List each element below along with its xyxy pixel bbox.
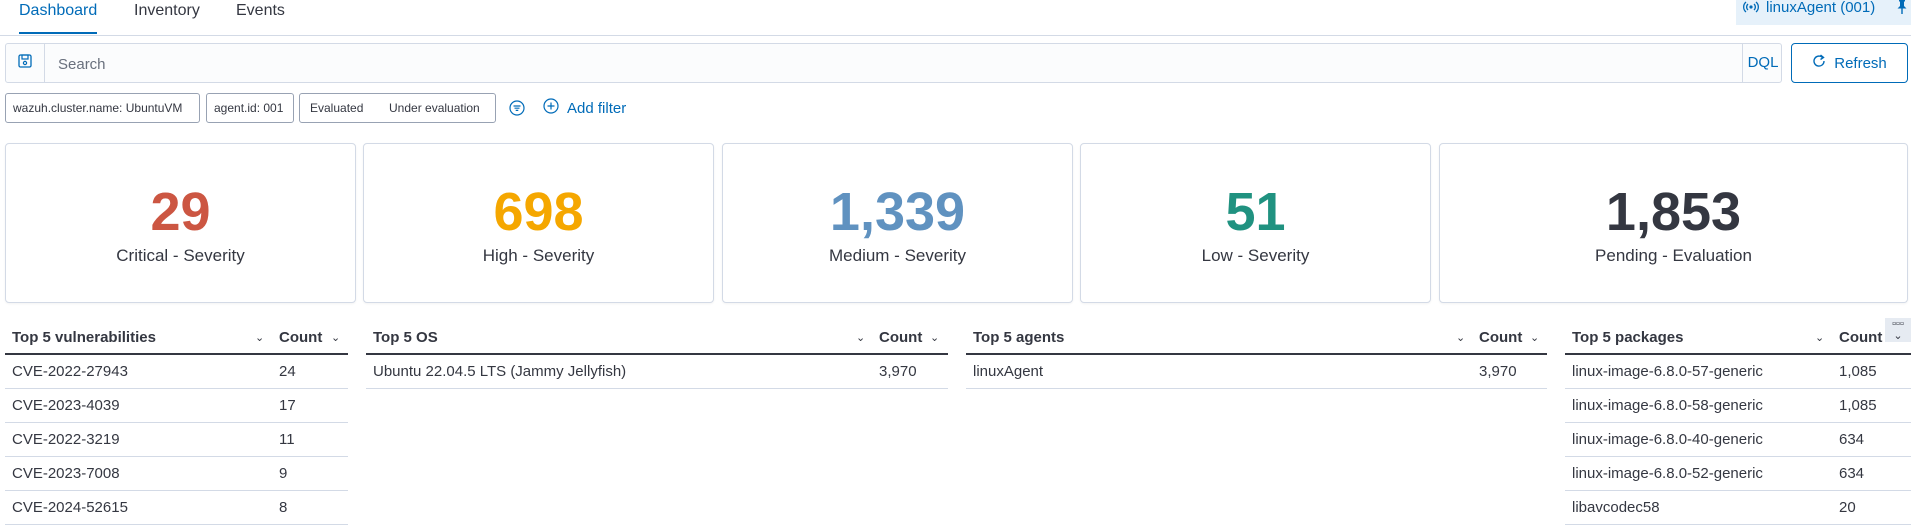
chevron-down-icon[interactable]: ⌄ bbox=[930, 331, 939, 344]
add-filter-label: Add filter bbox=[567, 99, 627, 117]
chevron-down-icon[interactable]: ⌄ bbox=[1456, 331, 1465, 344]
saved-query-button[interactable] bbox=[6, 44, 45, 82]
refresh-icon bbox=[1812, 54, 1826, 72]
column-header-name[interactable]: Top 5 agents bbox=[973, 329, 1064, 346]
tab-dashboard[interactable]: Dashboard bbox=[19, 0, 98, 34]
stat-card-low: 51 Low - Severity bbox=[1080, 143, 1431, 303]
stat-label: Pending - Evaluation bbox=[1595, 246, 1752, 265]
agent-pill-label: linuxAgent (001) bbox=[1766, 0, 1876, 16]
table-options-icon[interactable]: ▫▫▫ ⌄ bbox=[1885, 318, 1911, 342]
save-icon bbox=[18, 53, 32, 73]
filter-pill-agent[interactable]: agent.id: 001 bbox=[206, 93, 294, 123]
table-row: CVE-2023-7008 9 bbox=[5, 457, 348, 491]
chevron-down-icon[interactable]: ⌄ bbox=[331, 331, 340, 344]
table-row: linux-image-6.8.0-52-generic 634 bbox=[1565, 457, 1911, 491]
stat-label: Low - Severity bbox=[1201, 246, 1310, 265]
table-row: libavcodec58 20 bbox=[1565, 491, 1911, 525]
filter-status-group: Evaluated Under evaluation bbox=[299, 93, 496, 123]
stat-card-high: 698 High - Severity bbox=[363, 143, 714, 303]
table-row: CVE-2024-52615 8 bbox=[5, 491, 348, 525]
stat-label: Critical - Severity bbox=[116, 246, 245, 265]
table-row: linux-image-6.8.0-40-generic 634 bbox=[1565, 423, 1911, 457]
table-top-agents: Top 5 agents ⌄ Count ⌄ linuxAgent 3,970 bbox=[966, 322, 1547, 389]
table-row: CVE-2022-3219 11 bbox=[5, 423, 348, 457]
agent-pill[interactable]: linuxAgent (001) bbox=[1736, 0, 1911, 25]
table-row: linux-image-6.8.0-58-generic 1,085 bbox=[1565, 389, 1911, 423]
table-row: linux-image-6.8.0-57-generic 1,085 bbox=[1565, 355, 1911, 389]
query-language-toggle[interactable]: DQL bbox=[1742, 44, 1783, 82]
tab-inventory[interactable]: Inventory bbox=[134, 0, 200, 34]
stat-label: Medium - Severity bbox=[829, 246, 966, 265]
table-top-packages: Top 5 packages ⌄ Count linux-image-6.8.0… bbox=[1565, 322, 1911, 525]
column-header-name[interactable]: Top 5 vulnerabilities bbox=[12, 329, 156, 346]
column-header-count[interactable]: Count bbox=[879, 329, 922, 346]
refresh-button[interactable]: Refresh bbox=[1791, 43, 1908, 83]
refresh-label: Refresh bbox=[1834, 54, 1887, 72]
broadcast-icon bbox=[1743, 0, 1759, 18]
search-bar: DQL bbox=[5, 43, 1782, 83]
filter-options-icon[interactable] bbox=[509, 100, 525, 116]
stat-label: High - Severity bbox=[482, 246, 595, 265]
stat-card-pending: 1,853 Pending - Evaluation bbox=[1439, 143, 1908, 303]
table-header: Top 5 OS ⌄ Count ⌄ bbox=[366, 322, 948, 355]
table-row: Ubuntu 22.04.5 LTS (Jammy Jellyfish) 3,97… bbox=[366, 355, 948, 389]
tab-events[interactable]: Events bbox=[236, 0, 285, 34]
column-header-name[interactable]: Top 5 packages bbox=[1572, 329, 1683, 346]
filter-pill-cluster[interactable]: wazuh.cluster.name: UbuntuVM bbox=[5, 93, 200, 123]
main-tabs: Dashboard Inventory Events linuxAgent (0… bbox=[0, 0, 1911, 36]
filter-status-evaluated[interactable]: Evaluated bbox=[310, 94, 363, 122]
stat-value: 29 bbox=[150, 182, 211, 242]
table-header: Top 5 agents ⌄ Count ⌄ bbox=[966, 322, 1547, 355]
add-filter-button[interactable]: Add filter bbox=[543, 98, 627, 118]
chevron-down-icon[interactable]: ⌄ bbox=[856, 331, 865, 344]
stat-value: 51 bbox=[1225, 182, 1286, 242]
table-row: CVE-2023-4039 17 bbox=[5, 389, 348, 423]
chevron-down-icon[interactable]: ⌄ bbox=[255, 331, 264, 344]
plus-circle-icon bbox=[543, 98, 559, 118]
table-row: linuxAgent 3,970 bbox=[966, 355, 1547, 389]
table-row: CVE-2022-27943 24 bbox=[5, 355, 348, 389]
filter-pill-label: wazuh.cluster.name: UbuntuVM bbox=[13, 101, 183, 115]
search-input[interactable] bbox=[56, 53, 1660, 75]
stat-card-critical: 29 Critical - Severity bbox=[5, 143, 356, 303]
stat-card-medium: 1,339 Medium - Severity bbox=[722, 143, 1073, 303]
table-header: Top 5 packages ⌄ Count bbox=[1565, 322, 1911, 355]
pin-icon[interactable] bbox=[1896, 0, 1908, 18]
table-header: Top 5 vulnerabilities ⌄ Count ⌄ bbox=[5, 322, 348, 355]
stat-value: 698 bbox=[493, 182, 584, 242]
table-top-vulnerabilities: Top 5 vulnerabilities ⌄ Count ⌄ CVE-2022… bbox=[5, 322, 348, 525]
filter-status-under-evaluation[interactable]: Under evaluation bbox=[389, 94, 480, 122]
chevron-down-icon[interactable]: ⌄ bbox=[1530, 331, 1539, 344]
stat-value: 1,853 bbox=[1605, 182, 1742, 242]
stat-value: 1,339 bbox=[829, 182, 966, 242]
chevron-down-icon[interactable]: ⌄ bbox=[1815, 331, 1824, 344]
table-top-os: Top 5 OS ⌄ Count ⌄ Ubuntu 22.04.5 LTS (J… bbox=[366, 322, 948, 389]
column-header-name[interactable]: Top 5 OS bbox=[373, 329, 438, 346]
column-header-count[interactable]: Count bbox=[1839, 329, 1882, 346]
column-header-count[interactable]: Count bbox=[1479, 329, 1522, 346]
filter-pill-label: agent.id: 001 bbox=[214, 101, 284, 115]
column-header-count[interactable]: Count bbox=[279, 329, 322, 346]
